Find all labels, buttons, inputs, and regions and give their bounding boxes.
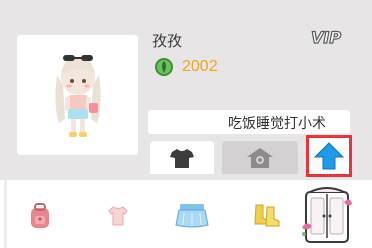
leaf-coin-icon: [155, 58, 173, 76]
avatar: [54, 55, 101, 137]
avatar-card[interactable]: [17, 35, 138, 155]
coin-balance: 2002: [154, 57, 218, 77]
skirt-icon[interactable]: [174, 201, 210, 229]
username: 孜孜: [152, 32, 183, 50]
up-arrow-icon: [313, 142, 345, 170]
boots-icon[interactable]: [252, 202, 282, 228]
upload-button[interactable]: [306, 135, 352, 177]
vip-badge[interactable]: VIP: [310, 27, 341, 47]
motto-text: 吃饭睡觉打小术: [228, 116, 326, 132]
motto-box[interactable]: 吃饭睡觉打小术: [148, 110, 350, 134]
backpack-icon[interactable]: [27, 202, 53, 230]
coin-value: 2002: [182, 58, 218, 75]
wardrobe-icon[interactable]: [300, 184, 354, 244]
tab-clothes[interactable]: [150, 141, 214, 174]
shelf-divider: [4, 180, 7, 248]
tab-house[interactable]: [222, 141, 298, 174]
house-icon: [247, 147, 273, 168]
shirt-icon: [170, 148, 194, 168]
top-icon[interactable]: [107, 205, 129, 227]
